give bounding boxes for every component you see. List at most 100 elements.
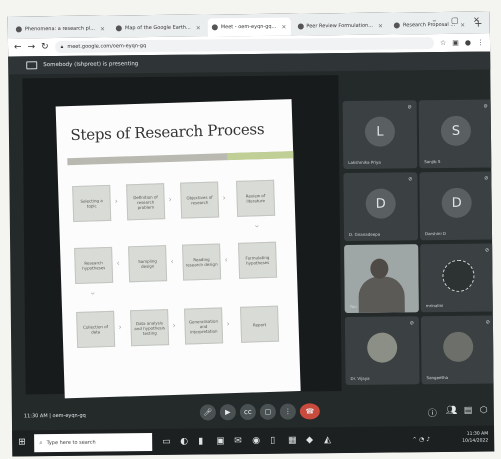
mail-icon[interactable]: ✉ [234, 436, 242, 446]
clock-date: 10/14/2022 [462, 438, 489, 444]
presentation-stage: Steps of Research Process Selecting a to… [22, 75, 342, 399]
end-call-button[interactable]: ☎︎ [299, 403, 320, 420]
forward-icon[interactable]: → [28, 42, 36, 52]
mic-off-icon: ⊘ [409, 320, 414, 327]
close-icon[interactable]: × [100, 25, 105, 32]
chrome-icon[interactable]: ◉ [252, 436, 260, 446]
arrow-right-icon: › [168, 194, 172, 205]
participant-tile[interactable]: ⊘ mrinalini [420, 243, 495, 313]
participant-name: Sangeetha [426, 374, 449, 381]
mic-off-icon: ⊘ [485, 319, 490, 326]
camera-button[interactable]: ▶ [219, 404, 236, 421]
participant-tile[interactable]: ⊘ Dr. Vijaya [344, 316, 420, 386]
close-icon[interactable]: × [281, 23, 286, 30]
captions-button[interactable]: cc [239, 403, 256, 421]
tab-favicon-icon [393, 22, 401, 29]
participant-tile[interactable]: D ⊘ D. Gnanadeepa [343, 172, 419, 242]
arrow-down-icon: ⌄ [89, 287, 97, 297]
tab-label: Map of the Google Earth... [124, 24, 191, 32]
participant-tile[interactable]: ⊘ Sangeetha [420, 315, 495, 385]
meeting-time: 11:30 AM [23, 413, 48, 420]
mic-button[interactable]: 🎤︎ [199, 404, 216, 421]
system-tray-icons[interactable]: ⌃ ◔ ♪ [412, 436, 430, 443]
url-text: meet.google.com/oem-eyqn-gq [67, 43, 147, 50]
menu-icon[interactable]: ⋮ [477, 39, 484, 47]
arrow-right-icon: › [118, 322, 122, 332]
present-icon: ▢ [264, 407, 272, 416]
participant-video-head [370, 258, 389, 279]
arrow-right-icon: › [114, 196, 118, 206]
taskbar: ⊞ ⌕ Type here to search ▭ ◐ ▮ ▣ ✉ ◉ ▯ ▦ … [12, 425, 495, 457]
browser-tab[interactable]: Map of the Google Earth... × [112, 18, 205, 37]
participant-tile[interactable]: S ⊘ Sanjib S [418, 99, 494, 169]
participant-name: Darshini D [424, 230, 446, 237]
participant-name: Lakshmika Priya [348, 159, 381, 165]
profile-icon[interactable]: ● [465, 39, 471, 47]
camera-icon: ▶ [225, 408, 231, 417]
tab-favicon-icon [15, 26, 22, 33]
activities-icon[interactable]: ⬡ [480, 406, 488, 416]
participant-video-tile[interactable]: You [344, 244, 419, 314]
browser-tab[interactable]: Peer Review Formulation... × [293, 17, 387, 36]
store-icon[interactable]: ▣ [216, 436, 225, 446]
url-field[interactable]: 🔒︎ meet.google.com/oem-eyqn-gq [54, 37, 435, 54]
tab-favicon-icon [115, 25, 123, 32]
end-call-icon: ☎︎ [305, 407, 315, 416]
process-step: Objectives of research [180, 181, 220, 219]
tab-label: Phenomena: a research pl... [24, 25, 96, 33]
process-step: Report [240, 305, 280, 343]
tab-favicon-icon [297, 23, 304, 30]
process-step: Review of literature [236, 179, 276, 217]
avatar: S [440, 115, 472, 147]
people-icon[interactable]: 👥︎ [446, 406, 458, 416]
extensions-icon[interactable]: ▣ [452, 39, 459, 47]
taskbar-search[interactable]: ⌕ Type here to search [34, 433, 153, 453]
reload-icon[interactable]: ↻ [41, 42, 49, 52]
close-icon[interactable]: × [378, 22, 383, 29]
windows-start-icon[interactable]: ⊞ [18, 437, 28, 447]
process-step: Data analysis and hypothesis testing [130, 309, 170, 347]
participant-name: mrinalini [425, 302, 444, 309]
browser-tab-active[interactable]: Meet - oem-eyqn-gq... × [207, 17, 291, 37]
arrow-down-icon: ⌄ [253, 220, 261, 230]
arrow-right-icon: › [222, 193, 226, 203]
process-step: Generalisation and interpretation [184, 307, 224, 345]
process-step: Formulating hypotheses [237, 241, 278, 279]
browser-tab[interactable]: Phenomena: a research pl... × [12, 19, 109, 38]
more-options-button[interactable]: ⋮ [279, 403, 296, 420]
participant-name: Dr. Vijaya [350, 375, 370, 381]
app-icon[interactable]: ◭ [324, 435, 331, 445]
participant-tile[interactable]: D ⊘ Darshini D [419, 171, 495, 241]
slide: Steps of Research Process Selecting a to… [55, 99, 301, 399]
avatar: D [365, 188, 396, 219]
process-step: Collection of data [76, 310, 116, 348]
process-step: Definition of research problem [126, 183, 166, 221]
window-controls[interactable]: – ▢ ✕ [432, 16, 485, 26]
participant-tile[interactable]: L ⊘ Lakshmika Priya [342, 100, 418, 170]
bookmark-star-icon[interactable]: ☆ [440, 39, 446, 47]
meeting-info: 11:30 AM | oem-eyqn-gq [23, 412, 86, 420]
arrow-left-icon: ‹ [116, 258, 120, 268]
chat-icon[interactable]: ▤ [464, 406, 473, 416]
more-icon: ⋮ [284, 407, 292, 416]
app-icon[interactable]: ◆ [306, 435, 313, 445]
info-icon[interactable]: ⓘ [428, 406, 437, 419]
taskbar-clock[interactable]: 11:30 AM 10/14/2022 [462, 431, 488, 445]
mic-off-icon: ⊘ [407, 104, 412, 111]
search-placeholder: Type here to search [46, 439, 96, 447]
participant-name: You [349, 303, 357, 309]
avatar: L [364, 116, 396, 147]
app-icon[interactable]: ▦ [288, 436, 297, 446]
word-icon[interactable]: ▯ [270, 436, 275, 446]
tab-label: Peer Review Formulation... [306, 22, 374, 30]
edge-icon[interactable]: ◐ [180, 437, 188, 447]
present-button[interactable]: ▢ [259, 403, 276, 420]
back-icon[interactable]: ← [14, 42, 22, 52]
close-icon[interactable]: × [196, 24, 201, 31]
participant-video-body [358, 276, 405, 313]
tab-favicon-icon [211, 24, 218, 31]
file-explorer-icon[interactable]: ▮ [198, 437, 203, 447]
participant-name: Sanjib S [424, 159, 441, 165]
presenting-text: Somebody (Ishpreet) is presenting [43, 61, 139, 69]
task-view-icon[interactable]: ▭ [162, 437, 171, 447]
